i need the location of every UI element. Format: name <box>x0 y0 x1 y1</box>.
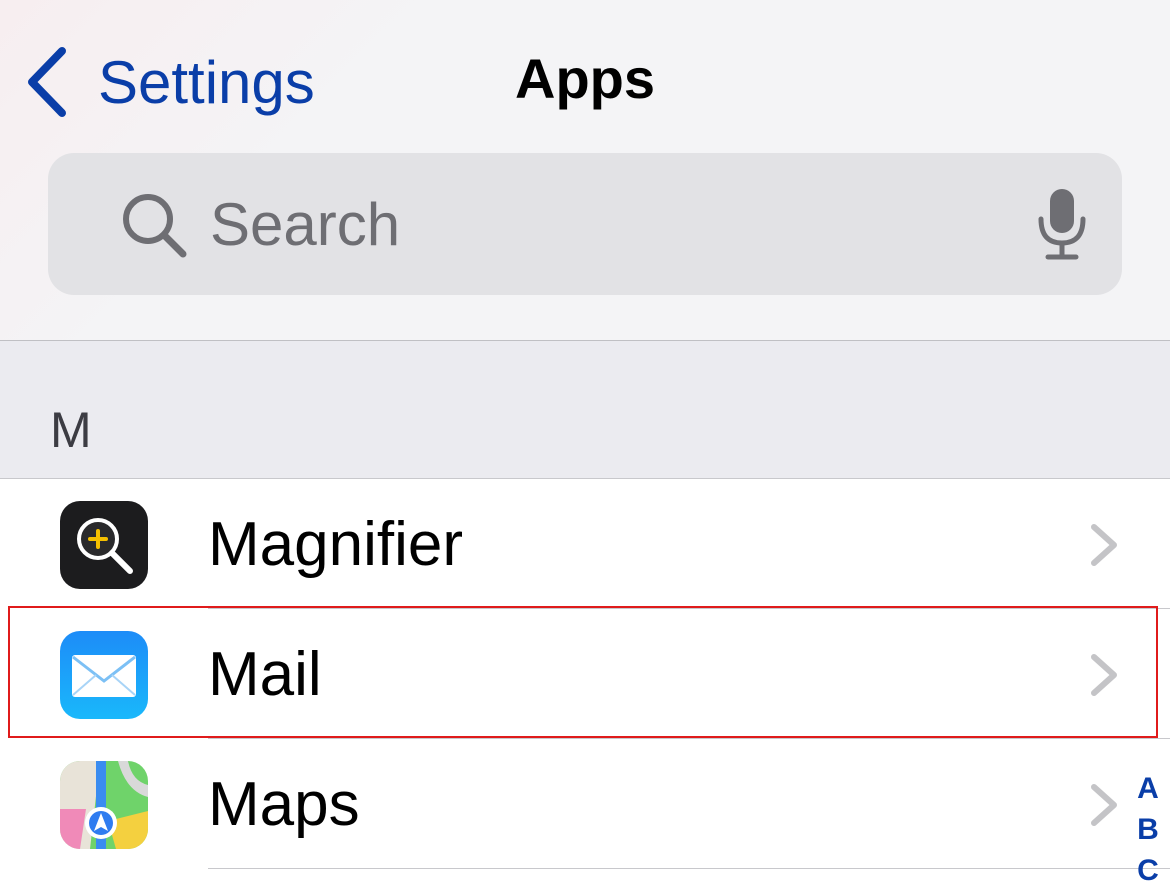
section-header: M <box>0 341 1170 478</box>
index-letter[interactable]: A <box>1137 768 1159 809</box>
search-bar[interactable] <box>48 153 1122 295</box>
search-input[interactable] <box>210 187 1030 261</box>
list-item-maps[interactable]: Maps <box>0 739 1170 869</box>
microphone-icon[interactable] <box>1036 187 1088 266</box>
page-title: Apps <box>515 47 655 110</box>
list-item-label: Maps <box>208 770 360 839</box>
app-list: Magnifier Mail Maps <box>0 479 1170 869</box>
list-item-magnifier[interactable]: Magnifier <box>0 479 1170 609</box>
chevron-right-icon <box>1088 653 1120 702</box>
chevron-right-icon <box>1088 783 1120 832</box>
mail-app-icon <box>60 631 148 719</box>
row-divider <box>208 868 1170 869</box>
maps-app-icon <box>60 761 148 849</box>
navigation-header: Settings Apps <box>0 0 1170 340</box>
section-header-letter: M <box>50 402 92 458</box>
section-index-bar[interactable]: A B C <box>1134 768 1162 891</box>
list-item-mail[interactable]: Mail <box>0 609 1170 739</box>
index-letter[interactable]: C <box>1137 850 1159 891</box>
list-item-label: Magnifier <box>208 510 463 579</box>
search-icon <box>120 191 190 266</box>
magnifier-app-icon <box>60 501 148 589</box>
index-letter[interactable]: B <box>1137 809 1159 850</box>
list-item-label: Mail <box>208 640 322 709</box>
chevron-right-icon <box>1088 523 1120 572</box>
